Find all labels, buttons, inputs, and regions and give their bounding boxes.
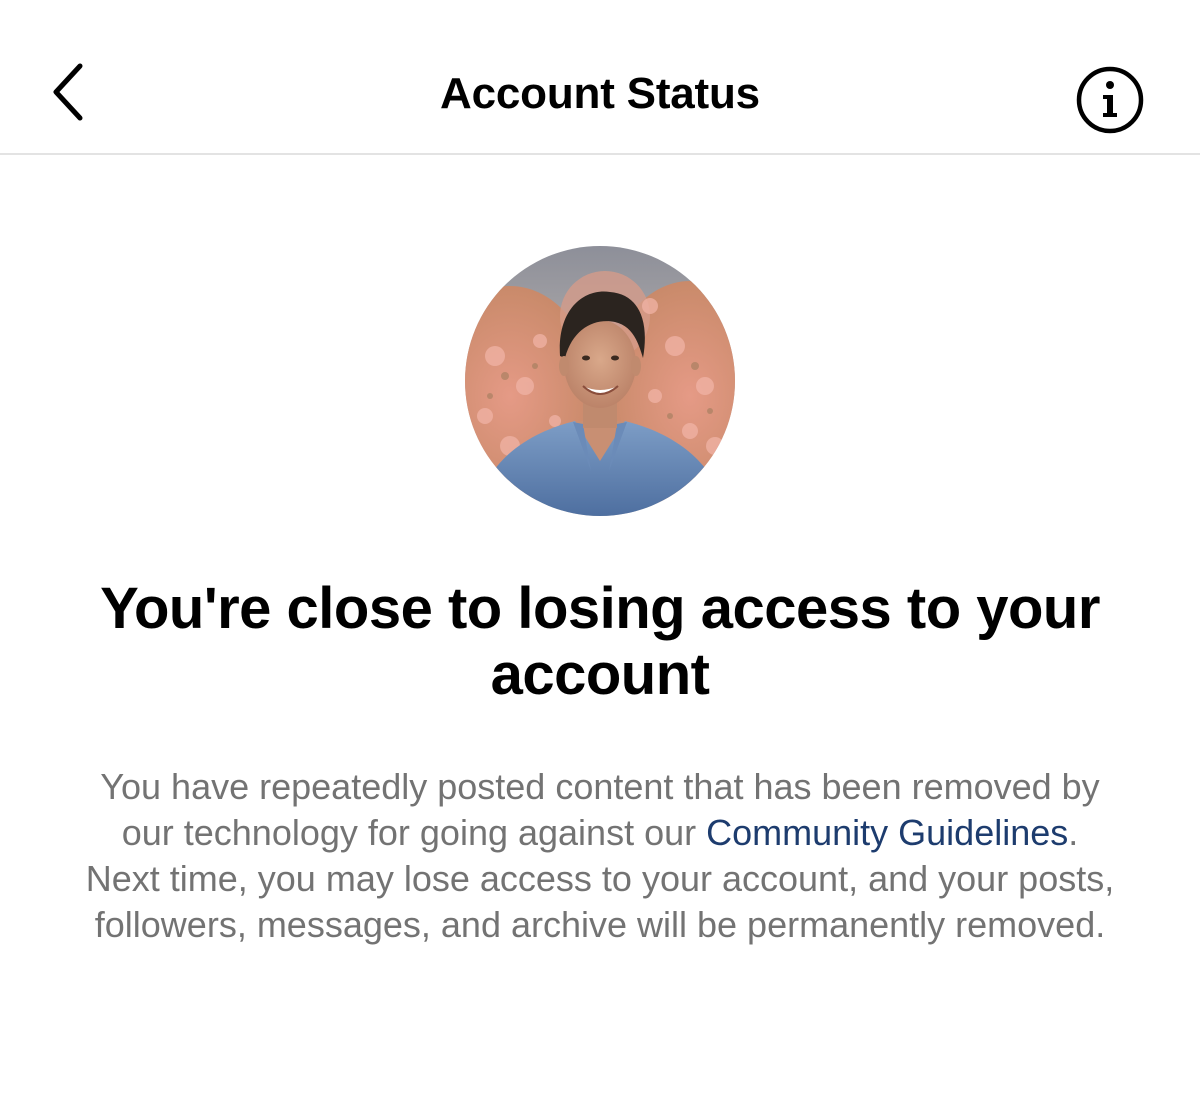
info-button[interactable] [1072, 62, 1148, 138]
warning-description: You have repeatedly posted content that … [80, 764, 1120, 948]
profile-photo [465, 246, 735, 516]
warning-headline: You're close to losing access to your ac… [100, 576, 1100, 707]
navigation-bar: Account Status [0, 0, 1200, 155]
account-status-screen: Account Status You're close to losing ac… [0, 0, 1200, 1106]
community-guidelines-link[interactable]: Community Guidelines [706, 812, 1068, 853]
info-circle-icon [1076, 66, 1144, 134]
avatar [465, 246, 735, 516]
page-title: Account Status [440, 69, 760, 118]
